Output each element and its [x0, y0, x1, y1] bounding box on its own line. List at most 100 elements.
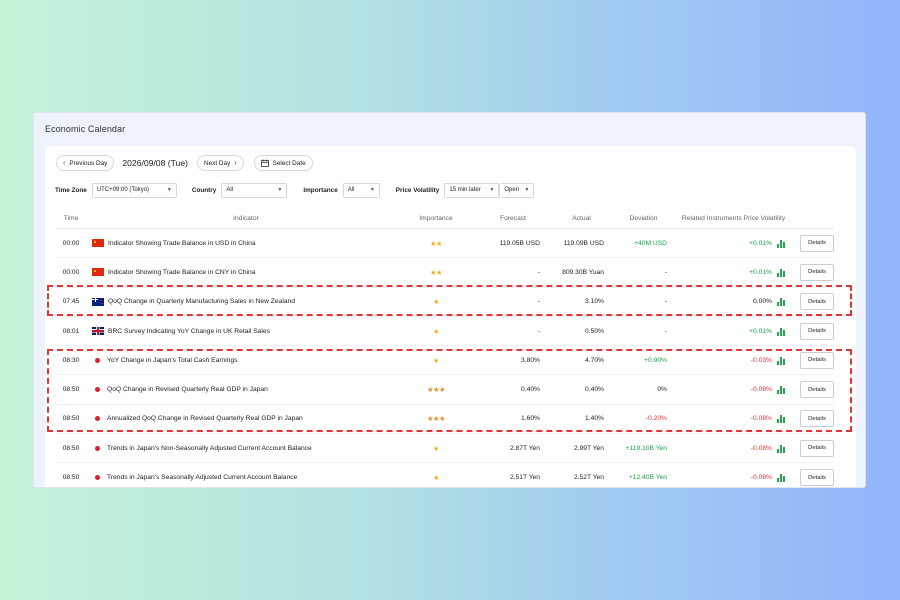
bar-chart-icon[interactable] — [777, 385, 785, 395]
volatility-value: -0.08% — [750, 386, 772, 394]
cell-indicator[interactable]: QoQ Change in Revised Quarterly Real GDP… — [86, 386, 406, 393]
select-date-button[interactable]: Select Date — [253, 155, 313, 171]
cell-indicator[interactable]: QoQ Change in Quarterly Manufacturing Sa… — [86, 297, 406, 306]
details-button[interactable]: Details — [800, 263, 834, 281]
country-select[interactable]: All ▼ — [221, 182, 288, 198]
timezone-select[interactable]: UTC+09:00 (Tokyo) ▼ — [91, 182, 177, 198]
header-indicator[interactable]: Indicator — [86, 215, 406, 222]
header-actual[interactable]: Actual — [541, 215, 604, 222]
cell-actual: 2.99T Yen — [573, 444, 604, 452]
indicator-name: BRC Survey Indicating YoY Change in UK R… — [108, 327, 270, 335]
bar-chart-icon[interactable] — [777, 356, 785, 365]
table-row[interactable]: 00:00 Indicator Showing Trade Balance in … — [56, 258, 834, 288]
japan-flag-icon — [95, 445, 100, 451]
table-row[interactable]: 08:01 BRC Survey Indicating YoY Change in… — [56, 317, 834, 347]
volatility-timing-select[interactable]: 15 min later ▼ — [444, 182, 500, 198]
volatility-value: +0.01% — [749, 239, 772, 247]
table-row[interactable]: 07:45 QoQ Change in Quarterly Manufacturi… — [56, 288, 834, 317]
volatility-mode-select[interactable]: Open ▼ — [499, 182, 535, 198]
volatility-value: -0.08% — [750, 444, 772, 452]
header-importance[interactable]: Importance — [406, 215, 466, 222]
cell-details: Details — [788, 293, 834, 311]
cell-indicator[interactable]: Trends in Japan's Seasonally Adjusted Cu… — [86, 474, 406, 481]
importance-stars: ★ — [433, 443, 439, 453]
details-button[interactable]: Details — [800, 351, 834, 369]
country-label: Country — [191, 186, 217, 194]
caret-down-icon: ▼ — [524, 187, 530, 193]
cell-actual: 4.70% — [585, 356, 604, 364]
cell-volatility: -0.03% — [667, 356, 788, 365]
bar-chart-icon[interactable] — [777, 268, 785, 277]
table-header: Time Indicator Importance Forecast Actua… — [56, 208, 834, 229]
new-zealand-flag-icon — [92, 297, 104, 306]
timezone-label: Time Zone — [55, 186, 87, 194]
cell-indicator[interactable]: Trends in Japan's Non-Seasonally Adjuste… — [86, 445, 406, 452]
caret-down-icon: ▼ — [166, 187, 172, 193]
table-row[interactable]: 08:50 Trends in Japan's Seasonally Adjust… — [56, 463, 834, 487]
bar-chart-icon[interactable] — [777, 444, 785, 453]
table-row[interactable]: 08:50 Annualized QoQ Change in Revised Qu… — [56, 405, 834, 435]
china-flag-icon — [92, 239, 104, 248]
next-day-label: Next Day — [203, 159, 231, 167]
cell-deviation: +40M USD — [634, 239, 667, 247]
bar-chart-icon[interactable] — [777, 414, 785, 424]
details-button[interactable]: Details — [800, 234, 834, 252]
previous-day-button[interactable]: ‹ Previous Day — [56, 155, 115, 171]
importance-stars: ★★ — [430, 238, 442, 248]
cell-importance: ★ — [406, 356, 466, 365]
cell-details: Details — [788, 381, 834, 399]
details-button[interactable]: Details — [800, 469, 834, 487]
cell-deviation: +12.40B Yen — [628, 474, 667, 482]
details-button[interactable]: Details — [800, 322, 834, 340]
importance-label: Importance — [303, 186, 338, 194]
importance-select[interactable]: All ▼ — [342, 182, 380, 198]
cell-time: 08:50 — [62, 415, 80, 423]
cell-volatility: -0.08% — [667, 414, 788, 424]
volatility-value: +0.01% — [749, 268, 772, 276]
cell-volatility: -0.08% — [667, 444, 788, 453]
bar-chart-icon[interactable] — [777, 239, 785, 248]
date-toolbar: ‹ Previous Day 2026/09/08 (Tue) Next Day… — [56, 154, 313, 172]
importance-stars: ★ — [433, 473, 439, 483]
header-deviation[interactable]: Deviation — [604, 215, 667, 222]
details-button[interactable]: Details — [800, 293, 834, 311]
next-day-button[interactable]: Next Day › — [196, 155, 244, 171]
table-row[interactable]: 08:30 YoY Change in Japan's Total Cash Ea… — [56, 346, 834, 376]
bar-chart-icon[interactable] — [777, 297, 785, 307]
indicator-name: Annualized QoQ Change in Revised Quarter… — [107, 415, 303, 423]
cell-time: 08:50 — [62, 474, 80, 482]
cell-indicator[interactable]: Indicator Showing Trade Balance in USD i… — [86, 239, 406, 248]
cell-forecast: - — [537, 268, 540, 276]
header-forecast[interactable]: Forecast — [466, 215, 541, 222]
cell-indicator[interactable]: BRC Survey Indicating YoY Change in UK R… — [86, 327, 406, 336]
cell-time: 08:01 — [62, 327, 80, 335]
cell-details: Details — [788, 322, 834, 340]
cell-volatility: -0.08% — [667, 473, 788, 483]
volatility-timing-value: 15 min later — [449, 187, 481, 193]
details-button[interactable]: Details — [800, 381, 834, 399]
cell-indicator[interactable]: YoY Change in Japan's Total Cash Earning… — [86, 357, 406, 364]
bar-chart-icon[interactable] — [777, 473, 785, 483]
header-time[interactable]: Time — [56, 215, 86, 222]
cell-importance: ★★ — [406, 239, 466, 248]
cell-forecast: - — [537, 298, 540, 306]
cell-details: Details — [788, 439, 834, 457]
table-row[interactable]: 00:00 Indicator Showing Trade Balance in … — [56, 229, 834, 259]
cell-actual: 1.40% — [585, 415, 604, 423]
table-row[interactable]: 08:50 Trends in Japan's Non-Seasonally Ad… — [56, 434, 834, 464]
bar-chart-icon[interactable] — [777, 327, 785, 336]
details-button[interactable]: Details — [800, 410, 834, 428]
header-volatility[interactable]: Related Instruments Price Volatility — [667, 215, 788, 222]
japan-flag-icon — [95, 357, 100, 363]
details-button[interactable]: Details — [800, 439, 834, 457]
cell-forecast: 1.60% — [521, 415, 540, 423]
cell-indicator[interactable]: Indicator Showing Trade Balance in CNY i… — [86, 268, 406, 277]
chevron-right-icon: › — [234, 159, 237, 167]
japan-flag-icon — [95, 416, 100, 422]
table-row[interactable]: 08:50 QoQ Change in Revised Quarterly Rea… — [56, 375, 834, 405]
cell-forecast: 119.05B USD — [499, 239, 540, 247]
japan-flag-icon — [95, 387, 100, 393]
importance-stars: ★★★ — [427, 385, 445, 395]
cell-indicator[interactable]: Annualized QoQ Change in Revised Quarter… — [86, 415, 406, 422]
cell-time: 08:50 — [62, 444, 80, 452]
